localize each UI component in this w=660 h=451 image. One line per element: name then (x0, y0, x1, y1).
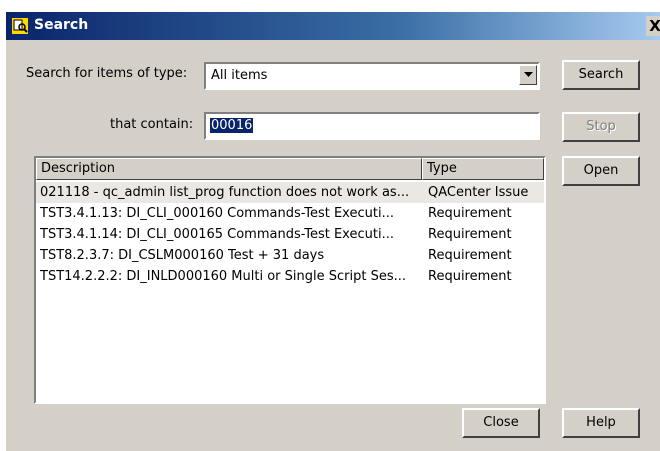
row-type: Requirement (428, 248, 512, 263)
stop-button[interactable]: Stop (562, 112, 640, 142)
row-type: Requirement (428, 227, 512, 242)
title-bar[interactable]: Search X (6, 12, 660, 40)
column-header-type[interactable]: Type (422, 158, 544, 180)
chevron-down-icon[interactable] (519, 65, 537, 85)
search-window-icon (12, 18, 28, 34)
table-row[interactable]: TST14.2.2.2: DI_INLD000160 Multi or Sing… (36, 266, 544, 287)
close-window-icon[interactable]: X (646, 16, 660, 36)
open-button[interactable]: Open (562, 156, 640, 186)
item-type-value: All items (211, 68, 268, 83)
help-button[interactable]: Help (562, 408, 640, 438)
table-row[interactable]: TST3.4.1.13: DI_CLI_000160 Commands-Test… (36, 203, 544, 224)
search-dialog: Search X Search for items of type: All i… (6, 12, 660, 451)
row-type: Requirement (428, 206, 512, 221)
row-type: Requirement (428, 269, 512, 284)
search-button[interactable]: Search (562, 60, 640, 90)
row-description: TST8.2.3.7: DI_CSLM000160 Test + 31 days (40, 248, 325, 263)
window-title: Search (34, 17, 89, 33)
table-row[interactable]: 021118 - qc_admin list_prog function doe… (36, 182, 544, 203)
table-row[interactable]: TST8.2.3.7: DI_CSLM000160 Test + 31 days… (36, 245, 544, 266)
row-description: TST14.2.2.2: DI_INLD000160 Multi or Sing… (40, 269, 407, 284)
close-button[interactable]: Close (462, 408, 540, 438)
row-description: TST3.4.1.14: DI_CLI_000165 Commands-Test… (40, 227, 394, 242)
item-type-select[interactable]: All items (204, 62, 540, 90)
contain-input[interactable]: 00016 (204, 112, 540, 140)
contain-label: that contain: (110, 117, 194, 132)
table-row[interactable]: TST3.4.1.14: DI_CLI_000165 Commands-Test… (36, 224, 544, 245)
search-type-label: Search for items of type: (26, 66, 188, 81)
row-description: TST3.4.1.13: DI_CLI_000160 Commands-Test… (40, 206, 394, 221)
results-list[interactable]: Description Type 021118 - qc_admin list_… (34, 156, 546, 404)
contain-input-value: 00016 (210, 118, 254, 133)
row-type: QACenter Issue (428, 185, 529, 200)
column-header-description[interactable]: Description (36, 158, 422, 180)
row-description: 021118 - qc_admin list_prog function doe… (40, 185, 410, 200)
